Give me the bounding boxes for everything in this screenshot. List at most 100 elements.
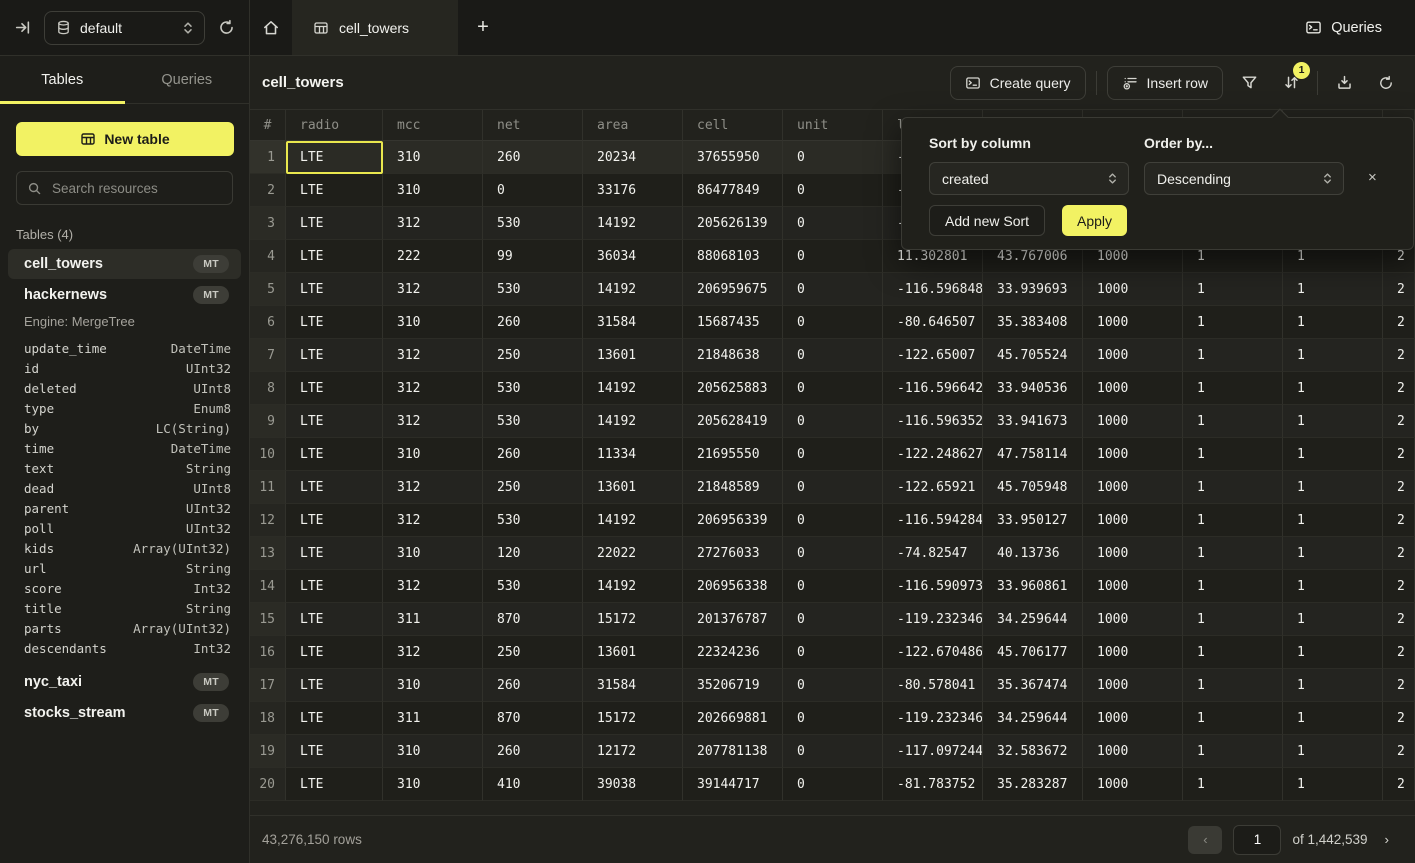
table-cell[interactable]: 1000 <box>1083 636 1183 669</box>
table-cell[interactable]: LTE <box>286 471 383 504</box>
table-cell[interactable]: 22022 <box>583 537 683 570</box>
add-new-sort-button[interactable]: Add new Sort <box>929 205 1045 236</box>
table-cell[interactable]: 2 <box>1383 504 1415 537</box>
table-cell[interactable]: 14192 <box>583 273 683 306</box>
table-cell[interactable]: 33.960861 <box>983 570 1083 603</box>
table-cell[interactable]: 0 <box>783 669 883 702</box>
table-cell[interactable]: 86477849 <box>683 174 783 207</box>
table-cell[interactable]: 35.283287 <box>983 768 1083 801</box>
sort-order-select[interactable]: Descending <box>1144 162 1344 195</box>
table-cell[interactable]: LTE <box>286 306 383 339</box>
table-cell[interactable]: 0 <box>783 768 883 801</box>
table-cell[interactable]: 32.583672 <box>983 735 1083 768</box>
table-cell[interactable]: 33.939693 <box>983 273 1083 306</box>
table-cell[interactable]: -122.65921 <box>883 471 983 504</box>
table-cell[interactable]: LTE <box>286 537 383 570</box>
table-cell[interactable]: 99 <box>483 240 583 273</box>
table-cell[interactable]: 530 <box>483 273 583 306</box>
table-cell[interactable]: 0 <box>783 636 883 669</box>
table-cell[interactable]: LTE <box>286 669 383 702</box>
table-cell[interactable]: 0 <box>783 240 883 273</box>
table-cell[interactable]: 35.367474 <box>983 669 1083 702</box>
table-cell[interactable]: 0 <box>783 372 883 405</box>
table-cell[interactable]: 15172 <box>583 603 683 636</box>
new-table-button[interactable]: New table <box>16 122 234 156</box>
table-cell[interactable]: 31584 <box>583 669 683 702</box>
table-cell[interactable]: 1 <box>1183 768 1283 801</box>
table-cell[interactable]: 15172 <box>583 702 683 735</box>
table-cell[interactable]: 36034 <box>583 240 683 273</box>
table-cell[interactable]: 33.940536 <box>983 372 1083 405</box>
table-cell[interactable]: 1000 <box>1083 570 1183 603</box>
table-cell[interactable]: 1000 <box>1083 537 1183 570</box>
table-cell[interactable]: 13601 <box>583 636 683 669</box>
table-cell[interactable]: 1000 <box>1083 471 1183 504</box>
table-cell[interactable]: 39144717 <box>683 768 783 801</box>
table-cell[interactable]: 205625883 <box>683 372 783 405</box>
table-cell[interactable]: 14192 <box>583 207 683 240</box>
table-cell[interactable]: 1 <box>1183 273 1283 306</box>
table-cell[interactable]: 1 <box>1183 471 1283 504</box>
table-cell[interactable]: 311 <box>383 603 483 636</box>
table-cell[interactable]: 310 <box>383 537 483 570</box>
table-cell[interactable]: 21848589 <box>683 471 783 504</box>
sidebar-tab-queries[interactable]: Queries <box>125 56 250 103</box>
table-cell[interactable]: 34.259644 <box>983 702 1083 735</box>
table-cell[interactable]: 260 <box>483 306 583 339</box>
table-cell[interactable]: -117.097244 <box>883 735 983 768</box>
table-cell[interactable]: 260 <box>483 669 583 702</box>
apply-sort-button[interactable]: Apply <box>1062 205 1127 236</box>
table-cell[interactable]: 0 <box>783 504 883 537</box>
table-cell[interactable]: -119.232346 <box>883 702 983 735</box>
table-cell[interactable]: -80.578041 <box>883 669 983 702</box>
table-cell[interactable]: 33176 <box>583 174 683 207</box>
table-cell[interactable]: 45.705948 <box>983 471 1083 504</box>
table-cell[interactable]: 1 <box>1283 669 1383 702</box>
table-cell[interactable]: 530 <box>483 372 583 405</box>
table-cell[interactable]: -74.82547 <box>883 537 983 570</box>
table-cell[interactable]: 1 <box>1283 702 1383 735</box>
table-cell[interactable]: 22324236 <box>683 636 783 669</box>
table-cell[interactable]: 250 <box>483 471 583 504</box>
previous-page-button[interactable]: ‹ <box>1188 826 1222 854</box>
page-number-input[interactable] <box>1233 825 1281 855</box>
table-cell[interactable]: 2 <box>1383 273 1415 306</box>
table-cell[interactable]: 312 <box>383 636 483 669</box>
table-cell[interactable]: 1 <box>1283 339 1383 372</box>
table-cell[interactable]: 2 <box>1383 768 1415 801</box>
table-cell[interactable]: 39038 <box>583 768 683 801</box>
table-cell[interactable]: 1 <box>1183 702 1283 735</box>
refresh-table-button[interactable] <box>1370 67 1402 99</box>
home-tab-button[interactable] <box>250 0 292 55</box>
table-cell[interactable]: 312 <box>383 273 483 306</box>
table-cell[interactable]: 1 <box>1283 405 1383 438</box>
table-cell[interactable]: 1 <box>1183 570 1283 603</box>
table-cell[interactable]: 260 <box>483 735 583 768</box>
table-cell[interactable]: 14192 <box>583 372 683 405</box>
table-cell[interactable]: 35.383408 <box>983 306 1083 339</box>
table-cell[interactable]: 0 <box>783 570 883 603</box>
table-cell[interactable]: -116.594284 <box>883 504 983 537</box>
table-cell[interactable]: 206956338 <box>683 570 783 603</box>
table-cell[interactable]: LTE <box>286 372 383 405</box>
table-cell[interactable]: 312 <box>383 372 483 405</box>
table-cell[interactable]: -116.596642 <box>883 372 983 405</box>
table-cell[interactable]: -122.248627 <box>883 438 983 471</box>
sort-button[interactable]: 1 <box>1275 67 1307 99</box>
table-cell[interactable]: 45.706177 <box>983 636 1083 669</box>
search-input[interactable] <box>50 180 222 197</box>
table-cell[interactable]: 0 <box>783 537 883 570</box>
table-cell[interactable]: 0 <box>783 174 883 207</box>
sidebar-table-cell_towers[interactable]: cell_towersMT <box>8 249 241 279</box>
sidebar-table-stocks_stream[interactable]: stocks_streamMT <box>8 698 241 728</box>
table-cell[interactable]: 1 <box>1183 372 1283 405</box>
table-cell[interactable]: 870 <box>483 702 583 735</box>
table-cell[interactable]: 88068103 <box>683 240 783 273</box>
remove-sort-button[interactable]: × <box>1362 168 1383 187</box>
table-cell[interactable]: 20234 <box>583 141 683 174</box>
queries-button[interactable]: Queries <box>1299 18 1388 37</box>
table-cell[interactable]: -80.646507 <box>883 306 983 339</box>
table-cell[interactable]: 14192 <box>583 405 683 438</box>
table-cell[interactable]: 312 <box>383 570 483 603</box>
table-cell[interactable]: 310 <box>383 735 483 768</box>
